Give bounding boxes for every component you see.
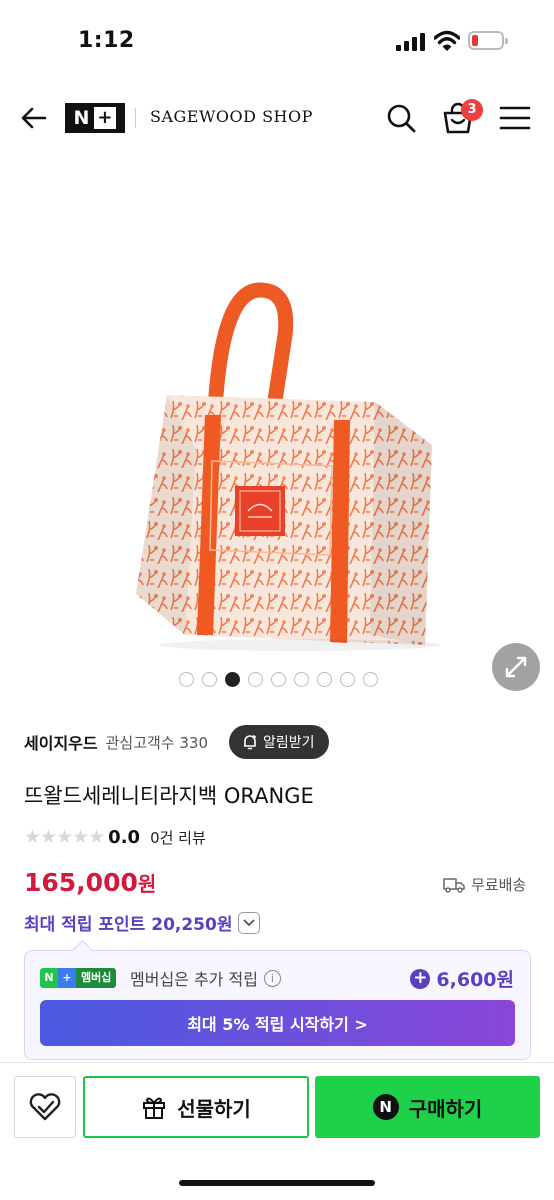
buy-button[interactable]: N 구매하기 — [315, 1076, 540, 1138]
page-dot[interactable] — [363, 672, 378, 687]
bell-plus-icon — [244, 735, 256, 750]
badge-text: 멤버십 — [76, 968, 117, 988]
rating-row[interactable]: ★★★★★ 0.0 0건 리뷰 — [24, 826, 206, 848]
interest-count: 관심고객수 330 — [105, 733, 209, 752]
app-header: N + SAGEWOOD SHOP 3 — [0, 90, 554, 150]
badge-n: N — [40, 968, 58, 988]
rating-score: 0.0 — [108, 826, 141, 848]
shipping-label: 무료배송 — [471, 876, 527, 894]
notify-button[interactable]: 알림받기 — [229, 725, 329, 759]
product-title: 뜨왈드세레니티라지백 ORANGE — [24, 784, 314, 808]
wifi-icon — [434, 30, 460, 51]
membership-badge: N + 멤버십 — [40, 968, 117, 988]
page-dot[interactable] — [340, 672, 355, 687]
status-time: 1:12 — [78, 28, 135, 53]
delivery-truck-icon — [443, 877, 465, 893]
page-dot[interactable] — [202, 672, 217, 687]
price-unit: 원 — [137, 872, 157, 896]
cart-count-badge: 3 — [461, 99, 483, 121]
home-indicator[interactable] — [179, 1180, 375, 1186]
naver-plus-logo[interactable]: N + — [65, 103, 125, 133]
shipping-info: 무료배송 — [443, 874, 526, 895]
naver-pay-icon: N — [372, 1094, 399, 1120]
gift-label: 선물하기 — [177, 1096, 251, 1121]
gift-icon — [143, 1097, 166, 1119]
heart-check-icon — [29, 1093, 61, 1121]
wishlist-button[interactable] — [14, 1076, 76, 1138]
page-dot[interactable] — [248, 672, 263, 687]
back-arrow-icon[interactable] — [18, 102, 50, 134]
badge-plus: + — [58, 968, 76, 988]
membership-description: 멤버십은 추가 적립 i — [130, 966, 281, 990]
shop-name[interactable]: SAGEWOOD SHOP — [150, 107, 313, 126]
zoom-button[interactable] — [492, 643, 540, 691]
membership-start-button[interactable]: 최대 5% 적립 시작하기 > — [40, 1000, 515, 1046]
image-pagination[interactable] — [179, 672, 378, 687]
membership-box: N + 멤버십 멤버십은 추가 적립 i + 6,600원 최대 5% 적립 시… — [24, 950, 531, 1060]
expand-icon — [505, 656, 527, 678]
review-count[interactable]: 0건 리뷰 — [150, 827, 206, 848]
logo-plus: + — [94, 107, 117, 129]
plus-circle-icon: + — [410, 968, 431, 989]
membership-description-text: 멤버십은 추가 적립 — [130, 970, 258, 989]
page-dot[interactable] — [317, 672, 332, 687]
max-points-label: 최대 적립 포인트 20,250원 — [24, 915, 233, 935]
logo-n: N — [73, 107, 91, 129]
page-dot[interactable] — [271, 672, 286, 687]
gift-button[interactable]: 선물하기 — [83, 1076, 309, 1138]
chevron-down-icon[interactable] — [238, 911, 261, 934]
page-dot-active[interactable] — [225, 672, 240, 687]
status-bar: 1:12 — [0, 0, 554, 80]
price: 165,000원 — [24, 868, 156, 897]
page-dot[interactable] — [179, 672, 194, 687]
header-divider — [135, 108, 136, 128]
max-points[interactable]: 최대 적립 포인트 20,250원 — [24, 910, 261, 935]
membership-amount: + 6,600원 — [410, 965, 514, 992]
battery-icon — [468, 31, 508, 50]
buy-label: 구매하기 — [408, 1096, 483, 1121]
membership-amount-value: 6,600원 — [436, 969, 514, 991]
price-value: 165,000 — [24, 868, 138, 897]
seller-name[interactable]: 세이지우드 — [24, 730, 98, 754]
page-dot[interactable] — [294, 672, 309, 687]
menu-icon[interactable] — [497, 100, 533, 136]
notify-label: 알림받기 — [263, 735, 315, 751]
info-icon[interactable]: i — [263, 969, 281, 987]
search-icon[interactable] — [383, 100, 419, 136]
seller-row: 세이지우드 관심고객수 330 — [24, 726, 208, 758]
rating-stars-icon: ★★★★★ — [24, 826, 105, 848]
cellular-signal-icon — [396, 33, 428, 51]
product-image[interactable] — [0, 230, 554, 660]
